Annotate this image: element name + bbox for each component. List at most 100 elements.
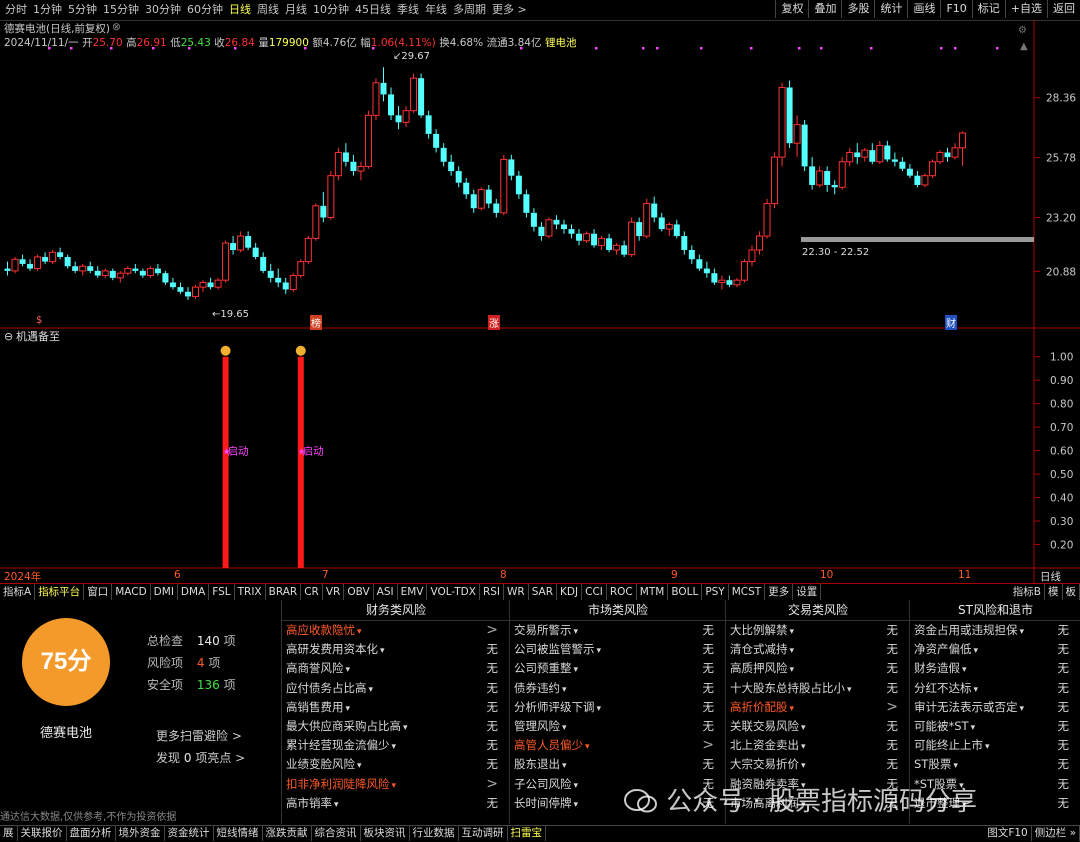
- indicator-tab-11[interactable]: OBV: [344, 584, 373, 600]
- indicator-tab-26[interactable]: 设置: [793, 584, 821, 600]
- event-mark-cai[interactable]: 财: [945, 315, 957, 330]
- risk-item-0-1[interactable]: 高研发费用资本化▾无: [282, 640, 510, 659]
- risk-item-label: ST股票: [914, 757, 951, 771]
- risk-item-3-4[interactable]: 审计无法表示或否定▾无: [910, 698, 1080, 717]
- indicator-tab-1[interactable]: 指标平台: [35, 584, 84, 600]
- bottom-tab-9[interactable]: 行业数据: [410, 826, 459, 841]
- indicator-tab-18[interactable]: KDJ: [557, 584, 582, 600]
- risk-item-3-2[interactable]: 财务造假▾无: [910, 659, 1080, 678]
- bottom-tab-4[interactable]: 资金统计: [165, 826, 214, 841]
- indicator-tab-10[interactable]: VR: [323, 584, 344, 600]
- risk-item-1-1[interactable]: 公司被监管警示▾无: [510, 640, 726, 659]
- risk-item-0-0[interactable]: 高应收款隐忧▾>: [282, 621, 510, 640]
- candle: [538, 222, 544, 241]
- risk-item-1-6[interactable]: 高管人员偏少▾>: [510, 736, 726, 755]
- indicator-tab-2[interactable]: 窗口: [84, 584, 112, 600]
- risk-item-label: 高研发费用资本化: [286, 642, 378, 656]
- bottom-tab-10[interactable]: 互动调研: [459, 826, 508, 841]
- scroll-up-icon[interactable]: ▲: [1020, 41, 1028, 52]
- risk-item-2-0[interactable]: 大比例解禁▾无: [726, 621, 910, 640]
- dropdown-icon: ▾: [790, 704, 795, 714]
- indicator-tab-4[interactable]: DMI: [151, 584, 178, 600]
- event-mark-zhang[interactable]: 涨: [488, 315, 500, 330]
- candle: [365, 111, 371, 169]
- indicator-tab-24[interactable]: MCST: [729, 584, 765, 600]
- risk-item-3-0[interactable]: 资金占用或违规担保▾无: [910, 621, 1080, 640]
- risk-item-1-2[interactable]: 公司预重整▾无: [510, 659, 726, 678]
- risk-item-0-6[interactable]: 累计经营现金流偏少▾无: [282, 736, 510, 755]
- bottom-tab-11[interactable]: 扫雷宝: [508, 826, 547, 841]
- risk-item-2-4[interactable]: 高折价配股▾>: [726, 698, 910, 717]
- indicator-tab-12[interactable]: ASI: [374, 584, 398, 600]
- kline-chart[interactable]: 28.3625.7823.2020.88 1.000.900.800.700.6…: [0, 0, 1080, 600]
- risk-item-0-8[interactable]: 扣非净利润陡降风险▾>: [282, 775, 510, 794]
- indicator-tab-7[interactable]: TRIX: [235, 584, 266, 600]
- risk-item-0-3[interactable]: 应付债务占比高▾无: [282, 679, 510, 698]
- risk-item-2-2[interactable]: 高质押风险▾无: [726, 659, 910, 678]
- indicator-tab-right-1[interactable]: 模: [1045, 584, 1063, 600]
- bottom-tab-2[interactable]: 盘面分析: [67, 826, 116, 841]
- indicator-tab-17[interactable]: SAR: [529, 584, 557, 600]
- indicator-tab-right-2[interactable]: 板: [1063, 584, 1080, 600]
- bottom-tab-8[interactable]: 板块资讯: [361, 826, 410, 841]
- risk-item-0-2[interactable]: 高商誉风险▾无: [282, 659, 510, 678]
- more-scan-link[interactable]: 更多扫雷避险 >: [156, 727, 242, 744]
- indicator-tab-20[interactable]: ROC: [607, 584, 637, 600]
- risk-item-2-3[interactable]: 十大股东总持股占比小▾无: [726, 679, 910, 698]
- indicator-tab-8[interactable]: BRAR: [266, 584, 302, 600]
- indicator-tab-13[interactable]: EMV: [398, 584, 428, 600]
- risk-item-2-5[interactable]: 关联交易风险▾无: [726, 717, 910, 736]
- indicator-tab-16[interactable]: WR: [504, 584, 529, 600]
- risk-item-3-6[interactable]: 可能终止上市▾无: [910, 736, 1080, 755]
- risk-item-1-4[interactable]: 分析师评级下调▾无: [510, 698, 726, 717]
- risk-item-1-7[interactable]: 股东退出▾无: [510, 755, 726, 774]
- indicator-tab-19[interactable]: CCI: [582, 584, 607, 600]
- indicator-tab-25[interactable]: 更多: [765, 584, 793, 600]
- indicator-tab-0[interactable]: 指标A: [0, 584, 35, 600]
- bottom-tab-7[interactable]: 综合资讯: [312, 826, 361, 841]
- indicator-tab-9[interactable]: CR: [301, 584, 323, 600]
- bottom-tab-5[interactable]: 短线情绪: [214, 826, 263, 841]
- risk-item-2-6[interactable]: 北上资金卖出▾无: [726, 736, 910, 755]
- indicator-icon[interactable]: ⊖: [4, 330, 13, 343]
- bottom-tab-1[interactable]: 关联报价: [18, 826, 67, 841]
- risk-unit: 项: [208, 656, 220, 670]
- indicator-tab-right-0[interactable]: 指标B: [1010, 584, 1045, 600]
- date-tick-5: 10: [820, 569, 833, 581]
- indicator-tab-5[interactable]: DMA: [178, 584, 209, 600]
- settings-icon[interactable]: ⚙: [1018, 25, 1027, 36]
- risk-item-0-5[interactable]: 最大供应商采购占比高▾无: [282, 717, 510, 736]
- indicator-tab-14[interactable]: VOL-TDX: [427, 584, 479, 600]
- indicator-tab-3[interactable]: MACD: [112, 584, 150, 600]
- bottom-right-tab-1[interactable]: 侧边栏 »: [1032, 826, 1080, 841]
- bottom-tab-0[interactable]: 展: [0, 826, 18, 841]
- indicator-tab-23[interactable]: PSY: [702, 584, 728, 600]
- bottom-tab-3[interactable]: 境外资金: [116, 826, 165, 841]
- risk-item-1-0[interactable]: 交易所警示▾无: [510, 621, 726, 640]
- candle: [757, 231, 763, 254]
- bottom-tab-6[interactable]: 涨跌贡献: [263, 826, 312, 841]
- risk-item-label: 十大股东总持股占比小: [730, 681, 845, 695]
- indicator-tab-21[interactable]: MTM: [637, 584, 669, 600]
- risk-item-1-3[interactable]: 债券违约▾无: [510, 679, 726, 698]
- risk-item-0-4[interactable]: 高销售费用▾无: [282, 698, 510, 717]
- highlights-link[interactable]: 发现 0 项亮点 >: [156, 749, 245, 766]
- candle: [448, 155, 454, 176]
- bottom-right-tab-0[interactable]: 图文F10: [984, 826, 1031, 841]
- indicator-tab-6[interactable]: FSL: [209, 584, 234, 600]
- risk-item-1-5[interactable]: 管理风险▾无: [510, 717, 726, 736]
- indicator-tab-22[interactable]: BOLL: [668, 584, 702, 600]
- risk-item-3-3[interactable]: 分红不达标▾无: [910, 679, 1080, 698]
- event-mark-dollar[interactable]: $: [36, 315, 42, 326]
- event-mark-bang[interactable]: 榜: [310, 315, 322, 330]
- risk-item-3-5[interactable]: 可能被*ST▾无: [910, 717, 1080, 736]
- risk-item-0-7[interactable]: 业绩变脸风险▾无: [282, 755, 510, 774]
- candle: [531, 208, 537, 231]
- risk-item-2-1[interactable]: 清仓式减持▾无: [726, 640, 910, 659]
- risk-item-label: 大比例解禁: [730, 623, 788, 637]
- risk-item-3-7[interactable]: ST股票▾无: [910, 755, 1080, 774]
- indicator-tab-15[interactable]: RSI: [480, 584, 504, 600]
- risk-item-2-7[interactable]: 大宗交易折价▾无: [726, 755, 910, 774]
- risk-item-0-9[interactable]: 高市销率▾无: [282, 794, 510, 813]
- risk-item-3-1[interactable]: 净资产偏低▾无: [910, 640, 1080, 659]
